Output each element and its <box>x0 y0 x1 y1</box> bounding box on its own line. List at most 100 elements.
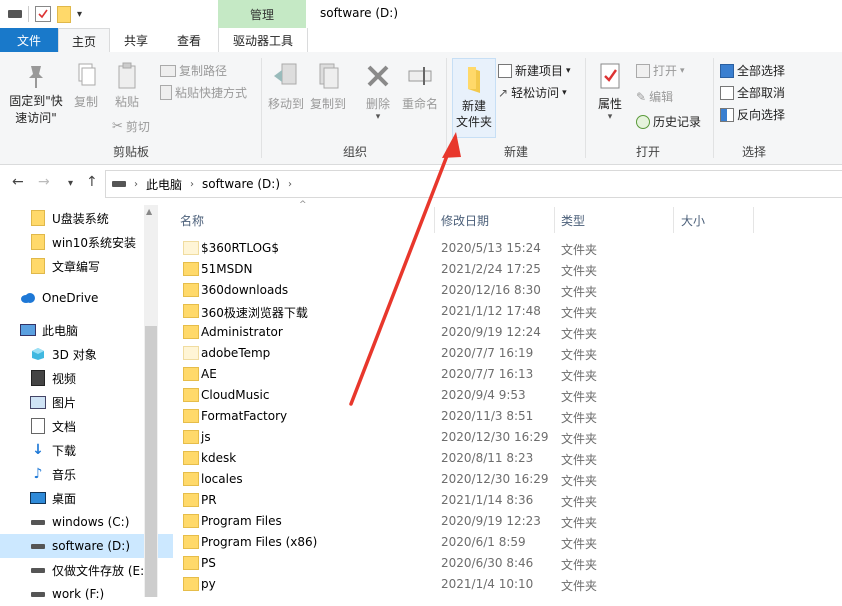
file-type: 文件夹 <box>561 264 598 278</box>
delete-label: 删除 <box>365 97 390 111</box>
column-divider[interactable] <box>753 207 754 233</box>
recent-locations-chevron-icon[interactable]: ▾ <box>68 178 73 189</box>
easy-access-button[interactable]: ↗ 轻松访问 ▾ <box>498 84 567 101</box>
folder-icon <box>183 283 199 297</box>
table-row[interactable]: locales 2020/12/30 16:29 文件夹 <box>170 469 840 490</box>
edit-button[interactable]: ✎ 编辑 <box>636 88 673 105</box>
table-row[interactable]: FormatFactory 2020/11/3 8:51 文件夹 <box>170 406 840 427</box>
table-row[interactable]: $360RTLOG$ 2020/5/13 15:24 文件夹 <box>170 238 840 259</box>
copy-path-button[interactable]: 复制路径 <box>160 62 227 79</box>
move-to-button[interactable]: 移动到 <box>266 62 306 112</box>
column-divider[interactable] <box>673 207 674 233</box>
table-row[interactable]: adobeTemp 2020/7/7 16:19 文件夹 <box>170 343 840 364</box>
new-folder-icon[interactable] <box>57 5 71 23</box>
column-header-type[interactable]: 类型 <box>561 212 585 229</box>
new-item-button[interactable]: 新建项目 ▾ <box>498 62 571 79</box>
sidebar-item[interactable]: 此电脑 <box>0 318 163 342</box>
breadcrumb-drive[interactable]: software (D:) <box>202 177 280 191</box>
table-row[interactable]: Program Files 2020/9/19 12:23 文件夹 <box>170 511 840 532</box>
folder-icon <box>183 346 199 360</box>
manage-tab-header[interactable]: 管理 <box>218 0 306 28</box>
new-folder-button[interactable]: 新建 文件夹 <box>452 58 496 138</box>
cube-icon <box>30 346 46 362</box>
table-row[interactable]: 51MSDN 2021/2/24 17:25 文件夹 <box>170 259 840 280</box>
rename-label: 重命名 <box>401 97 438 111</box>
paste-button[interactable]: 粘贴 <box>110 62 144 110</box>
column-divider[interactable] <box>554 207 555 233</box>
properties-dropdown-icon[interactable]: ▾ <box>592 112 628 122</box>
table-row[interactable]: Administrator 2020/9/19 12:24 文件夹 <box>170 322 840 343</box>
table-row[interactable]: AE 2020/7/7 16:13 文件夹 <box>170 364 840 385</box>
properties-check-icon[interactable] <box>35 6 51 22</box>
column-divider[interactable] <box>434 207 435 233</box>
forward-arrow-icon[interactable]: → <box>38 174 50 190</box>
drive-icon[interactable] <box>8 10 22 18</box>
column-header-name[interactable]: 名称 <box>180 212 204 229</box>
up-arrow-icon[interactable]: ↑ <box>86 174 98 190</box>
drive-icon <box>30 586 46 602</box>
select-none-button[interactable]: 全部取消 <box>720 84 785 101</box>
table-row[interactable]: PS 2020/6/30 8:46 文件夹 <box>170 553 840 574</box>
breadcrumb-separator-icon[interactable]: › <box>190 179 194 190</box>
table-row[interactable]: kdesk 2020/8/11 8:23 文件夹 <box>170 448 840 469</box>
ribbon-divider <box>713 58 714 158</box>
file-date: 2020/9/4 9:53 <box>441 388 526 402</box>
delete-button[interactable]: 删除 ▾ <box>362 62 394 122</box>
pin-quick-access-button[interactable]: 固定到"快 速访问" <box>6 62 66 127</box>
select-all-icon <box>720 63 734 78</box>
sidebar-item-label: windows (C:) <box>52 515 130 529</box>
file-name: adobeTemp <box>201 346 271 360</box>
paste-shortcut-icon <box>160 85 172 100</box>
sort-ascending-icon: ^ <box>299 200 307 210</box>
copy-button[interactable]: 复制 <box>70 62 102 110</box>
tab-home[interactable]: 主页 <box>58 28 110 54</box>
breadcrumb-this-pc[interactable]: 此电脑 <box>146 176 182 193</box>
invert-selection-icon <box>720 107 734 122</box>
paste-icon <box>118 62 136 89</box>
table-row[interactable]: 360downloads 2020/12/16 8:30 文件夹 <box>170 280 840 301</box>
history-button[interactable]: 历史记录 <box>636 113 701 130</box>
scroll-up-arrow-icon[interactable]: ▲ <box>146 207 152 216</box>
address-bar[interactable]: › 此电脑 › software (D:) › <box>105 170 842 198</box>
folder-icon <box>183 430 199 444</box>
table-row[interactable]: js 2020/12/30 16:29 文件夹 <box>170 427 840 448</box>
paste-shortcut-button[interactable]: 粘贴快捷方式 <box>160 84 247 101</box>
sidebar-item[interactable]: OneDrive <box>0 286 163 310</box>
tab-file[interactable]: 文件 <box>0 28 58 52</box>
group-label-open: 打开 <box>636 145 661 159</box>
table-row[interactable]: PR 2021/1/14 8:36 文件夹 <box>170 490 840 511</box>
breadcrumb-separator-icon[interactable]: › <box>134 179 138 190</box>
nav-pane-scroll-thumb[interactable] <box>145 326 157 597</box>
file-date: 2021/1/4 10:10 <box>441 577 534 591</box>
select-all-button[interactable]: 全部选择 <box>720 62 785 79</box>
history-icon <box>636 114 650 129</box>
rename-button[interactable]: 重命名 <box>400 62 440 112</box>
file-name: $360RTLOG$ <box>201 241 279 255</box>
customize-toolbar-chevron-icon[interactable]: ▾ <box>77 9 82 20</box>
back-arrow-icon[interactable]: ← <box>12 174 24 190</box>
table-row[interactable]: CloudMusic 2020/9/4 9:53 文件夹 <box>170 385 840 406</box>
tab-drive-tools[interactable]: 驱动器工具 <box>218 28 308 52</box>
delete-dropdown-icon[interactable]: ▾ <box>362 112 394 122</box>
open-button[interactable]: 打开 ▾ <box>636 62 685 79</box>
table-row[interactable]: 360极速浏览器下载 2021/1/12 17:48 文件夹 <box>170 301 840 322</box>
column-header-size[interactable]: 大小 <box>681 212 705 229</box>
folder-icon <box>183 262 199 276</box>
sidebar-item-label: 此电脑 <box>42 323 79 338</box>
pin-icon <box>29 66 43 88</box>
column-header-date[interactable]: 修改日期 <box>441 212 489 229</box>
breadcrumb-separator-icon[interactable]: › <box>288 179 292 190</box>
tab-share[interactable]: 共享 <box>110 28 162 52</box>
folder-icon <box>183 514 199 528</box>
properties-button[interactable]: 属性 ▾ <box>592 62 628 122</box>
table-row[interactable]: py 2021/1/4 10:10 文件夹 <box>170 574 840 595</box>
copy-to-button[interactable]: 复制到 <box>308 62 348 112</box>
file-date: 2020/12/30 16:29 <box>441 472 549 486</box>
tab-view[interactable]: 查看 <box>164 28 214 52</box>
file-name: FormatFactory <box>201 409 288 423</box>
cut-button[interactable]: ✂ 剪切 <box>112 118 150 135</box>
invert-selection-button[interactable]: 反向选择 <box>720 106 785 123</box>
table-row[interactable]: Program Files (x86) 2020/6/1 8:59 文件夹 <box>170 532 840 553</box>
file-type: 文件夹 <box>561 348 598 362</box>
picture-icon <box>30 394 46 410</box>
